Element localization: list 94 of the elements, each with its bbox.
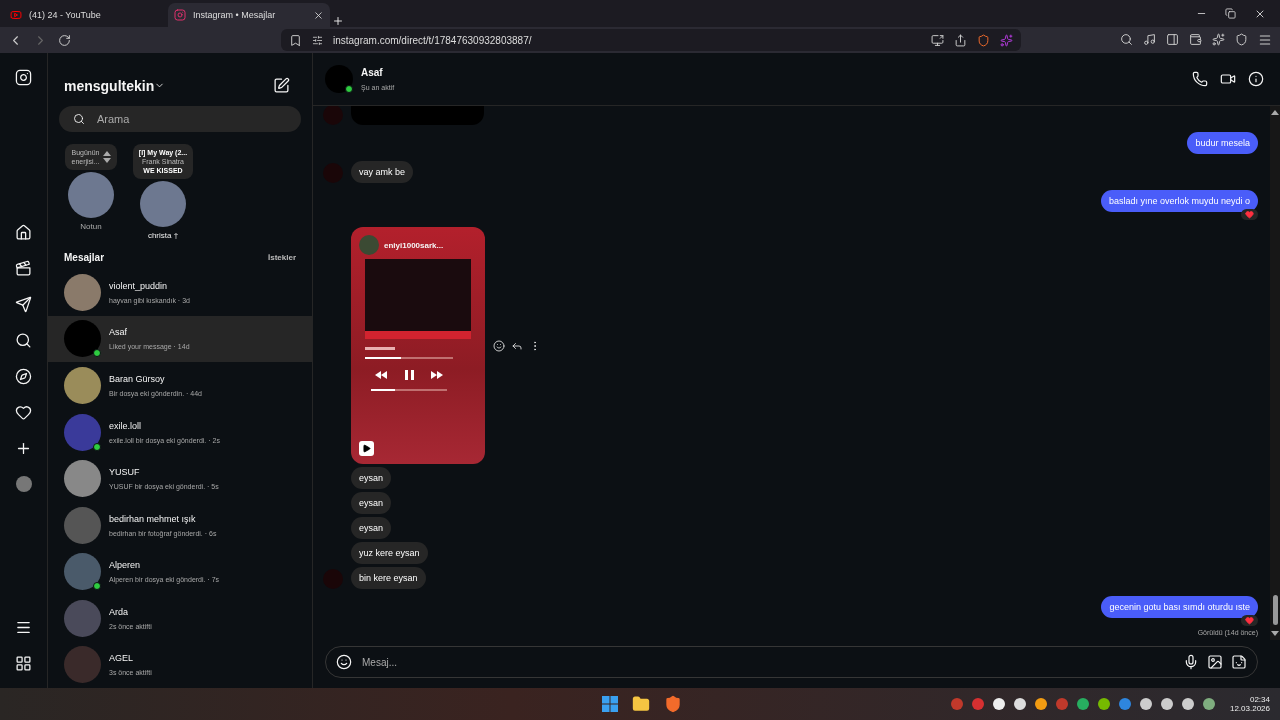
avatar[interactable]: [140, 181, 186, 228]
message-bubble: eysan: [351, 467, 392, 489]
avatar: [64, 367, 101, 404]
search-icon: [73, 113, 85, 126]
up-down-arrows-icon: [102, 151, 111, 164]
avatar: [64, 506, 101, 544]
avatar: [64, 460, 101, 498]
tray-icon[interactable]: [1160, 698, 1173, 710]
clock-date[interactable]: 12.03.2026: [1229, 704, 1270, 713]
phone-icon[interactable]: [1192, 71, 1208, 87]
shared-reel-card[interactable]: eniyi1000sark...: [351, 227, 485, 464]
new-tab-icon[interactable]: [332, 15, 344, 27]
avatar[interactable]: [325, 65, 353, 93]
plus-icon[interactable]: [15, 440, 32, 457]
avatar[interactable]: [68, 172, 114, 219]
send-icon[interactable]: [15, 296, 32, 313]
contact-name: bedirhan mehmet ışık: [109, 513, 197, 524]
play-logo-icon: [10, 9, 22, 21]
browser-tab[interactable]: Instagram • Mesajlar: [168, 3, 330, 27]
sidebar-icon[interactable]: [1166, 33, 1179, 46]
tray-icon[interactable]: [1139, 698, 1152, 710]
contact-name: Asaf: [109, 327, 128, 338]
avatar: [64, 599, 101, 637]
tray-icon[interactable]: [1076, 698, 1089, 710]
chat-name[interactable]: Asaf: [361, 67, 395, 78]
note-label: Notun: [80, 222, 102, 232]
play-icon: [359, 441, 374, 456]
profile-avatar[interactable]: [15, 476, 32, 492]
tray-icon[interactable]: [1013, 698, 1026, 710]
message-bubble: yuz kere eysan: [351, 542, 428, 564]
image-icon[interactable]: [1207, 654, 1223, 670]
account-switcher[interactable]: mensgultekin: [64, 77, 155, 94]
video-icon[interactable]: [1220, 71, 1236, 87]
section-title: Mesajlar: [64, 252, 105, 264]
compose-icon[interactable]: [273, 77, 290, 94]
shield-icon[interactable]: [1235, 33, 1248, 46]
music-icon[interactable]: [1143, 33, 1156, 46]
message-bubble: bin kere eysan: [351, 567, 426, 589]
folder-icon[interactable]: [632, 695, 650, 713]
message-bubble: gecenin gotu bası sımdı oturdu ıste: [1101, 596, 1258, 618]
contact-name: violent_puddin: [109, 280, 169, 291]
contact-name: Baran Gürsoy: [109, 374, 166, 384]
contact-name: Arda: [109, 606, 129, 617]
sparkle-icon[interactable]: [1212, 33, 1225, 46]
tray-icon[interactable]: [992, 698, 1005, 710]
note-label: christa †: [147, 231, 179, 241]
avatar: [64, 646, 101, 684]
cast-icon[interactable]: [931, 33, 944, 47]
contact-name: YUSUF: [109, 467, 141, 478]
home-icon[interactable]: [15, 224, 32, 241]
tray-icon[interactable]: [1097, 698, 1110, 710]
message-bubble: eysan: [351, 517, 392, 539]
bookmark-icon[interactable]: [289, 33, 302, 47]
account-avatar: [359, 235, 379, 255]
camera-logo-icon: [174, 9, 186, 21]
camera-logo-icon[interactable]: [15, 69, 32, 86]
contact-name: AGEL: [109, 653, 134, 664]
message-bubble: budur mesela: [1187, 132, 1258, 154]
site-settings-icon[interactable]: [312, 34, 323, 46]
browser-tab[interactable]: (41) 24 - YouTube: [4, 3, 166, 27]
shield-icon[interactable]: [977, 33, 990, 47]
reload-icon[interactable]: [58, 33, 71, 47]
account-name: eniyi1000sark...: [384, 240, 444, 250]
contact-name: Alperen: [109, 560, 142, 571]
wallet-icon[interactable]: [1189, 33, 1202, 46]
sticker-icon[interactable]: [1231, 654, 1247, 670]
avatar: [64, 273, 101, 311]
contact-name: exile.loll: [109, 420, 142, 431]
close-icon[interactable]: [313, 9, 324, 21]
tray-icon[interactable]: [1034, 698, 1047, 710]
message-bubble: basladı yıne overlok muydu neydi o: [1100, 190, 1258, 212]
heart-icon[interactable]: [15, 404, 32, 421]
tray-icon[interactable]: [1202, 698, 1215, 710]
menu-icon[interactable]: [15, 619, 32, 636]
message-bubble: vay amk be: [351, 161, 414, 183]
scrollbar[interactable]: [1270, 106, 1280, 640]
share-icon[interactable]: [954, 33, 967, 47]
reels-icon[interactable]: [15, 260, 32, 277]
search-icon[interactable]: [1120, 33, 1133, 46]
compass-icon[interactable]: [15, 368, 32, 385]
requests-link[interactable]: İstekler: [267, 253, 296, 263]
search-bar[interactable]: Arama: [59, 106, 301, 133]
microphone-icon[interactable]: [1183, 654, 1199, 670]
emoji-icon[interactable]: [493, 339, 505, 352]
search-field[interactable]: Arama: [95, 112, 287, 127]
message-field[interactable]: Mesaj...: [360, 655, 1175, 669]
avatar: [323, 106, 343, 125]
search-icon[interactable]: [15, 332, 32, 349]
info-icon[interactable]: [1248, 71, 1264, 87]
clock-time[interactable]: 02:34: [1249, 695, 1270, 704]
restore-icon[interactable]: [1225, 7, 1236, 19]
grid-icon[interactable]: [15, 655, 32, 672]
message-bubble: eysan: [351, 492, 392, 514]
tray-icon[interactable]: [1181, 698, 1194, 710]
